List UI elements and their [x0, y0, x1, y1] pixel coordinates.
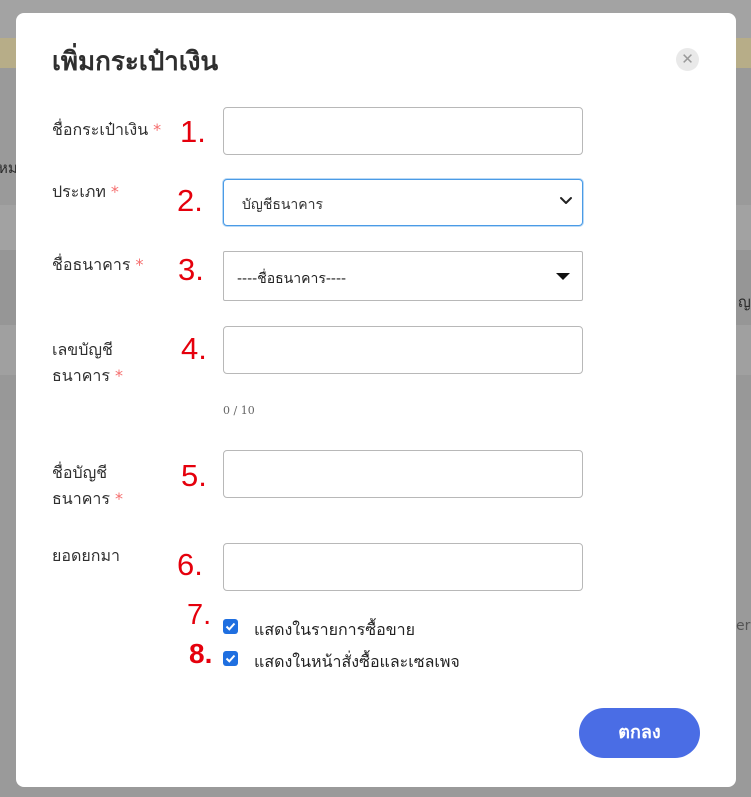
annotation-number: 3.	[178, 252, 204, 287]
required-mark: *	[114, 366, 123, 385]
close-icon: ✕	[681, 50, 694, 68]
show-in-order-page-checkbox[interactable]	[223, 651, 238, 666]
account-number-label: เลขบัญชี ธนาคาร *	[52, 340, 123, 385]
required-mark: *	[135, 255, 144, 274]
show-in-transactions-checkbox[interactable]	[223, 619, 238, 634]
chevron-down-icon	[560, 197, 572, 204]
annotation-number: 5.	[181, 458, 207, 493]
add-wallet-dialog: เพิ่มกระเป๋าเงิน ✕ ชื่อกระเป๋าเงิน * 1. ป…	[16, 13, 736, 787]
bank-name-select-value: ----ชื่อธนาคาร----	[237, 271, 347, 287]
required-mark: *	[153, 120, 162, 139]
type-select[interactable]: บัญชีธนาคาร	[223, 179, 583, 226]
required-mark: *	[114, 489, 123, 508]
wallet-name-label: ชื่อกระเป๋าเงิน *	[52, 120, 162, 139]
opening-balance-label: ยอดยกมา	[52, 546, 120, 565]
bank-name-label: ชื่อธนาคาร *	[52, 255, 144, 274]
annotation-number: 1.	[180, 114, 206, 149]
check-icon	[225, 654, 236, 663]
bank-name-select[interactable]: ----ชื่อธนาคาร----	[223, 251, 583, 301]
account-name-label: ชื่อบัญชี ธนาคาร *	[52, 463, 123, 508]
background-text: ญ	[738, 293, 751, 311]
type-label: ประเภท *	[52, 182, 119, 201]
annotation-number: 2.	[177, 183, 203, 218]
opening-balance-input[interactable]	[223, 543, 583, 591]
required-mark: *	[110, 182, 119, 201]
annotation-number: 8.	[189, 638, 213, 669]
account-name-input[interactable]	[223, 450, 583, 498]
background-text: eri	[736, 618, 751, 634]
account-number-input[interactable]	[223, 326, 583, 374]
caret-down-icon	[556, 273, 570, 280]
annotation-number: 7.	[187, 599, 212, 631]
check-icon	[225, 622, 236, 631]
character-counter: 0 / 10	[223, 404, 255, 417]
close-button[interactable]: ✕	[676, 48, 699, 71]
type-select-value: บัญชีธนาคาร	[242, 197, 324, 213]
annotation-number: 6.	[177, 547, 203, 582]
annotation-number: 4.	[181, 331, 207, 366]
ok-button[interactable]: ตกลง	[579, 708, 700, 758]
show-in-transactions-label: แสดงในรายการซื้อขาย	[254, 620, 416, 639]
wallet-name-input[interactable]	[223, 107, 583, 155]
dialog-title: เพิ่มกระเป๋าเงิน	[52, 47, 219, 77]
show-in-order-page-label: แสดงในหน้าสั่งซื้อและเซลเพจ	[254, 652, 460, 671]
